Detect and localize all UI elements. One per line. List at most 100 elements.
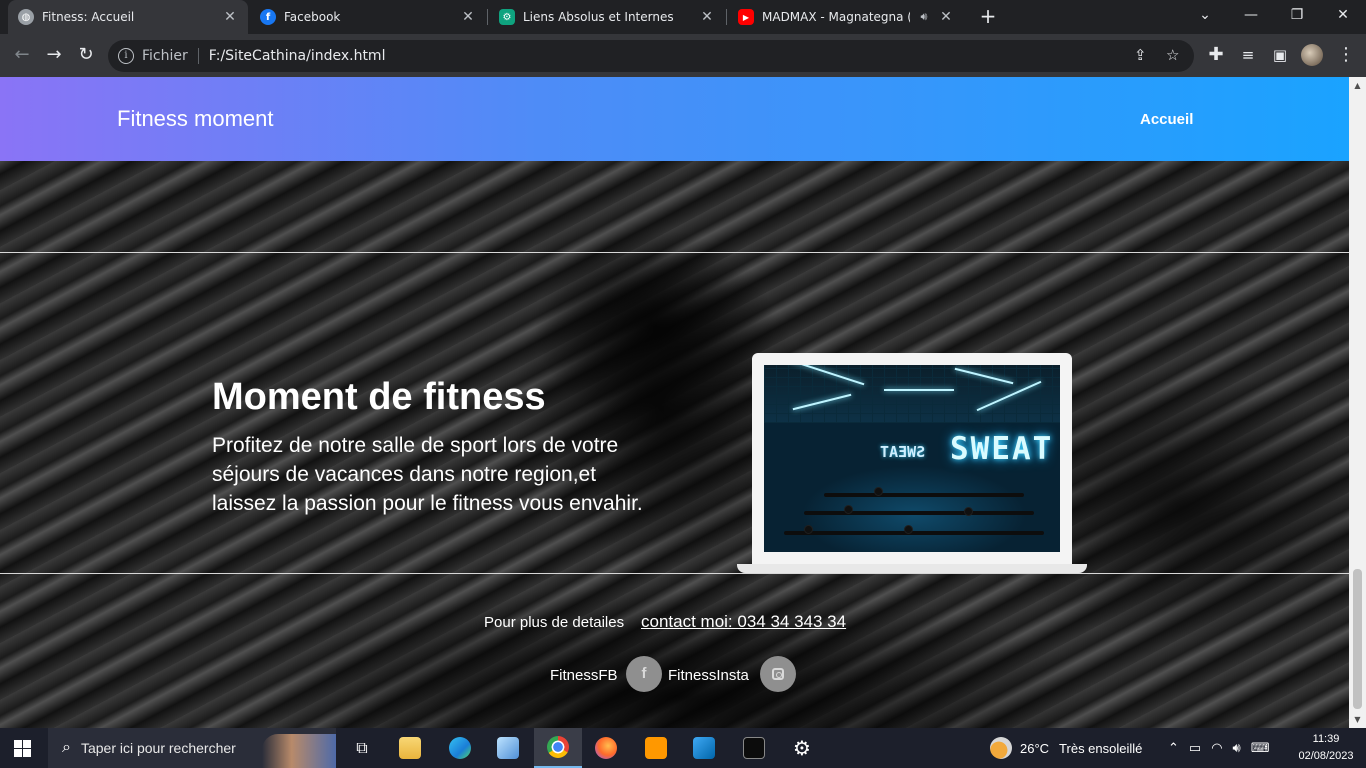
neon-sign-sweat: SWEAT: [950, 431, 1054, 467]
neon-light: [884, 389, 954, 391]
nav-link-accueil[interactable]: Accueil: [1140, 111, 1193, 128]
weight-plate: [904, 525, 913, 534]
tab-search-chevron-icon[interactable]: ⌄: [1182, 0, 1228, 32]
clock-time: 11:39: [1312, 733, 1340, 745]
hero-title: Moment de fitness: [212, 376, 546, 418]
close-icon[interactable]: ✕: [460, 9, 476, 25]
windows-start-icon[interactable]: [14, 740, 31, 757]
clock-date: 02/08/2023: [1298, 750, 1354, 762]
instagram-glyph: [772, 668, 784, 680]
site-navbar: Fitness moment Accueil: [0, 77, 1349, 161]
settings-gear-icon[interactable]: ⚙: [778, 728, 826, 768]
chrome-icon[interactable]: [534, 728, 582, 768]
browser-toolbar: ← → ↻ i Fichier F:/SiteCathina/index.htm…: [0, 34, 1366, 77]
close-window-button[interactable]: ✕: [1320, 0, 1366, 32]
barbell-row: [804, 511, 1034, 515]
tab-title: MADMAX - Magnategna (Cli: [762, 10, 910, 24]
wifi-icon[interactable]: ◠: [1211, 740, 1222, 756]
new-tab-button[interactable]: +: [976, 5, 1000, 29]
barbell-row: [824, 493, 1024, 497]
contact-phone-link[interactable]: contact moi: 034 34 343 34: [641, 612, 846, 632]
address-bar[interactable]: i Fichier F:/SiteCathina/index.html ⇪ ☆: [108, 40, 1194, 72]
forward-button[interactable]: →: [40, 42, 68, 70]
taskbar-search-box[interactable]: ⌕ Taper ici pour rechercher: [48, 728, 336, 768]
facebook-icon[interactable]: f: [626, 656, 662, 692]
weight-plate: [874, 487, 883, 496]
scheme-label: Fichier: [142, 48, 188, 64]
page-scrollbar[interactable]: ▲ ▼: [1349, 77, 1366, 728]
close-icon[interactable]: ✕: [938, 9, 954, 25]
search-highlight-image: [262, 734, 336, 768]
weight-plate: [804, 525, 813, 534]
weather-condition: Très ensoleillé: [1059, 740, 1143, 756]
close-icon[interactable]: ✕: [699, 9, 715, 25]
tab-fitness-accueil[interactable]: ◍ Fitness: Accueil ✕: [8, 0, 248, 34]
tab-title: Facebook: [284, 10, 341, 24]
vscode-icon[interactable]: [680, 728, 728, 768]
tab-title: Fitness: Accueil: [42, 10, 135, 24]
weather-sun-icon: [990, 737, 1012, 759]
menu-kebab-icon[interactable]: ⋮: [1332, 42, 1360, 70]
laptop-base: [737, 564, 1087, 573]
bookmark-star-icon[interactable]: ☆: [1166, 46, 1179, 64]
reload-button[interactable]: ↻: [72, 42, 100, 70]
close-icon[interactable]: ✕: [222, 9, 238, 25]
page-viewport: Fitness moment Accueil Moment de fitness…: [0, 77, 1349, 728]
task-view-icon[interactable]: ⧉: [338, 728, 386, 768]
top-divider: [0, 252, 1349, 253]
terminal-icon[interactable]: [730, 728, 778, 768]
firefox-icon[interactable]: [582, 728, 630, 768]
laptop-image: SWEAT SWEAT: [752, 353, 1072, 564]
facebook-link-label[interactable]: FitnessFB: [550, 667, 618, 684]
file-explorer-icon[interactable]: [386, 728, 434, 768]
scroll-down-arrow-icon[interactable]: ▼: [1349, 711, 1366, 728]
instagram-link-label[interactable]: FitnessInsta: [668, 667, 749, 684]
scroll-up-arrow-icon[interactable]: ▲: [1349, 77, 1366, 94]
bottom-divider: [0, 573, 1349, 574]
weight-plate: [964, 507, 973, 516]
address-divider: [197, 48, 199, 64]
edge-icon[interactable]: [436, 728, 484, 768]
tab-liens-absolus[interactable]: ⚙ Liens Absolus et Internes ✕: [489, 0, 725, 34]
3d-cube-app-icon[interactable]: [484, 728, 532, 768]
site-brand[interactable]: Fitness moment: [117, 106, 274, 132]
barbell-row: [784, 531, 1044, 535]
share-icon[interactable]: ⇪: [1134, 46, 1147, 64]
neon-sign-mirrored: SWEAT: [880, 443, 926, 461]
weather-widget[interactable]: 26°C Très ensoleillé: [990, 728, 1142, 768]
minimize-button[interactable]: —: [1228, 0, 1274, 32]
weight-plate: [844, 505, 853, 514]
back-button[interactable]: ←: [8, 42, 36, 70]
info-icon[interactable]: i: [118, 48, 134, 64]
contact-lead-text: Pour plus de detailes: [484, 614, 625, 631]
tab-facebook[interactable]: f Facebook ✕: [250, 0, 486, 34]
search-icon: ⌕: [62, 739, 71, 756]
keyboard-icon[interactable]: ⌨: [1251, 740, 1270, 756]
tab-divider: [487, 9, 488, 25]
scroll-thumb[interactable]: [1353, 569, 1362, 709]
extensions-icon[interactable]: ✚: [1202, 42, 1230, 70]
chatgpt-icon: ⚙: [499, 9, 515, 25]
search-placeholder: Taper ici pour rechercher: [80, 740, 236, 756]
battery-icon[interactable]: ▭: [1189, 740, 1201, 756]
sublime-text-icon[interactable]: [632, 728, 680, 768]
tab-madmax[interactable]: ▶ MADMAX - Magnategna (Cli 🔊︎ ✕: [728, 0, 964, 34]
profile-avatar[interactable]: [1301, 44, 1323, 66]
tray-chevron-icon[interactable]: ⌃: [1168, 740, 1179, 756]
browser-tab-strip: ◍ Fitness: Accueil ✕ f Facebook ✕ ⚙ Lien…: [0, 0, 1366, 34]
tab-divider: [726, 9, 727, 25]
instagram-icon[interactable]: [760, 656, 796, 692]
gym-photo: SWEAT SWEAT: [764, 365, 1060, 552]
speaker-icon[interactable]: 🔊︎: [910, 10, 938, 24]
windows-taskbar: ⌕ Taper ici pour rechercher ⧉ ⚙ 26°C Trè…: [0, 728, 1366, 768]
system-tray: ⌃ ▭ ◠ 🔊︎ ⌨: [1168, 728, 1270, 768]
hero-description: Profitez de notre salle de sport lors de…: [212, 434, 643, 515]
taskbar-clock[interactable]: 11:39 02/08/2023: [1292, 731, 1360, 765]
facebook-glyph: f: [641, 665, 647, 682]
maximize-button[interactable]: ❐: [1274, 0, 1320, 32]
reading-list-icon[interactable]: ≡: [1234, 42, 1262, 70]
weather-temp: 26°C: [1020, 740, 1050, 756]
volume-icon[interactable]: 🔊︎: [1233, 740, 1241, 756]
side-panel-icon[interactable]: ▣: [1266, 42, 1294, 70]
url-text[interactable]: F:/SiteCathina/index.html: [209, 48, 386, 64]
